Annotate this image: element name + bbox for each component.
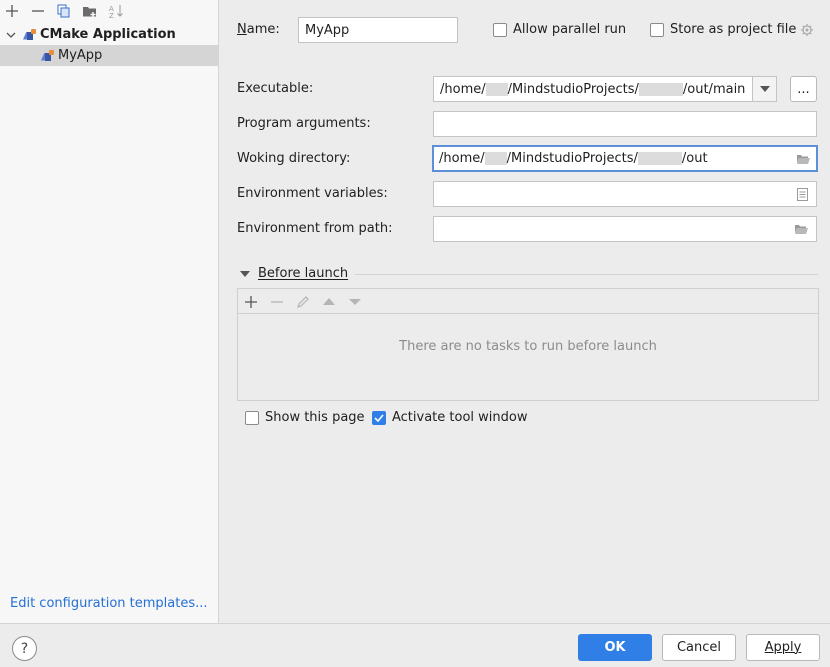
- move-up-icon[interactable]: [319, 293, 339, 311]
- show-this-page-checkbox[interactable]: Show this page: [245, 410, 365, 425]
- tree-group-label: CMake Application: [40, 27, 176, 42]
- folder-open-icon[interactable]: [796, 152, 810, 166]
- remove-icon[interactable]: [28, 2, 48, 20]
- tree-group-cmake-application[interactable]: CMake Application: [0, 24, 219, 45]
- copy-icon[interactable]: [54, 2, 74, 20]
- before-launch-task-list[interactable]: There are no tasks to run before launch: [237, 313, 819, 401]
- executable-select[interactable]: /home/ /MindstudioProjects/ /out/main: [433, 76, 777, 102]
- add-icon[interactable]: [2, 2, 22, 20]
- before-launch-toolbar: [237, 288, 819, 314]
- dialog-button-bar: ? OK Cancel Apply: [0, 623, 830, 667]
- before-launch-header[interactable]: Before launch: [240, 266, 348, 281]
- add-icon[interactable]: [241, 293, 261, 311]
- move-down-icon[interactable]: [345, 293, 365, 311]
- edit-configuration-templates-link[interactable]: Edit configuration templates...: [10, 596, 208, 611]
- apply-button-label: Apply: [764, 640, 802, 655]
- dropdown-arrow-icon[interactable]: [752, 77, 776, 101]
- empty-tasks-message: There are no tasks to run before launch: [399, 339, 657, 354]
- configurations-sidebar: AZ CMake Application MyApp Edit configur…: [0, 0, 219, 623]
- activate-tool-window-label: Activate tool window: [392, 410, 528, 425]
- checkbox-box[interactable]: [650, 22, 664, 37]
- redacted-project-name: [638, 82, 683, 96]
- store-as-project-file-checkbox[interactable]: Store as project file: [650, 22, 814, 37]
- working-directory-field[interactable]: /home/ /MindstudioProjects/ /out: [432, 145, 818, 172]
- checkbox-checked[interactable]: [372, 410, 386, 425]
- svg-text:Z: Z: [109, 12, 114, 19]
- working-directory-label: Woking directory:: [237, 151, 351, 166]
- cmake-icon: [40, 49, 54, 62]
- working-dir-path-suffix: /out: [681, 151, 708, 166]
- working-dir-path-middle: /MindstudioProjects/: [506, 151, 638, 166]
- before-launch-title: Before launch: [258, 266, 349, 281]
- executable-label: Executable:: [237, 81, 314, 96]
- help-button[interactable]: ?: [12, 636, 37, 661]
- divider: [355, 274, 818, 275]
- name-label: Name:: [237, 22, 280, 37]
- checkmark-icon: [374, 413, 384, 422]
- executable-path-middle: /MindstudioProjects/: [507, 81, 639, 97]
- activate-tool-window-checkbox[interactable]: Activate tool window: [372, 410, 527, 425]
- edit-icon[interactable]: [293, 293, 313, 311]
- environment-from-path-label: Environment from path:: [237, 221, 393, 236]
- environment-variables-field[interactable]: [433, 181, 817, 207]
- allow-parallel-run-checkbox[interactable]: Allow parallel run: [493, 22, 626, 37]
- program-arguments-field[interactable]: [433, 111, 817, 137]
- executable-path-suffix: /out/main: [682, 81, 746, 97]
- executable-path-prefix: /home/: [440, 81, 486, 97]
- chevron-down-icon[interactable]: [0, 31, 22, 39]
- cmake-icon: [22, 28, 36, 41]
- cancel-button[interactable]: Cancel: [662, 634, 736, 661]
- ok-button[interactable]: OK: [578, 634, 652, 661]
- sort-icon[interactable]: AZ: [106, 2, 126, 20]
- redacted-username: [484, 152, 507, 165]
- show-this-page-label: Show this page: [265, 410, 365, 425]
- gear-icon[interactable]: [800, 23, 814, 37]
- remove-icon[interactable]: [267, 293, 287, 311]
- store-as-project-file-label: Store as project file: [670, 22, 797, 37]
- program-arguments-label: Program arguments:: [237, 116, 371, 131]
- sidebar-toolbar: AZ: [0, 0, 219, 22]
- working-dir-path-prefix: /home/: [439, 151, 485, 166]
- checkbox-box[interactable]: [245, 410, 259, 425]
- browse-executable-button[interactable]: ...: [790, 76, 817, 102]
- document-list-icon[interactable]: [795, 187, 809, 201]
- chevron-down-icon[interactable]: [240, 270, 250, 277]
- environment-variables-label: Environment variables:: [237, 186, 388, 201]
- name-field[interactable]: MyApp: [298, 17, 458, 43]
- tree-item-label: MyApp: [58, 48, 103, 63]
- redacted-project-name: [637, 152, 682, 165]
- folder-add-icon[interactable]: [80, 2, 100, 20]
- environment-from-path-field[interactable]: [433, 216, 817, 242]
- allow-parallel-run-label: Allow parallel run: [513, 22, 627, 37]
- apply-button[interactable]: Apply: [746, 634, 820, 661]
- folder-open-icon[interactable]: [794, 222, 809, 236]
- checkbox-box[interactable]: [493, 22, 507, 37]
- redacted-username: [485, 82, 508, 96]
- tree-item-myapp[interactable]: MyApp: [0, 45, 219, 66]
